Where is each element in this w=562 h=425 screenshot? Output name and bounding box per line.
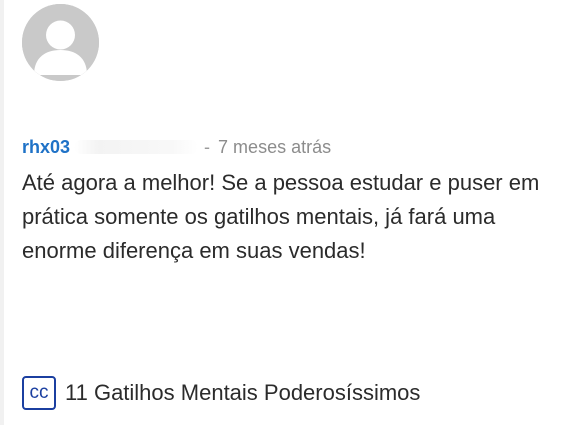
comment-text: Até agora a melhor! Se a pessoa estudar … (22, 170, 540, 263)
avatar[interactable] (22, 4, 99, 81)
comment-card: rhx03 - 7 meses atrás Até agora a melhor… (0, 0, 562, 425)
cc-badge-label: cc (29, 382, 49, 403)
course-title[interactable]: 11 Gatilhos Mentais Poderosíssimos (65, 380, 420, 406)
cc-badge-icon: cc (22, 376, 56, 410)
username-link[interactable]: rhx03 (22, 137, 70, 158)
timestamp: 7 meses atrás (218, 136, 332, 157)
redacted-username-blur (74, 140, 199, 154)
meta-separator: - (204, 136, 211, 157)
default-user-icon (22, 4, 99, 81)
course-link[interactable]: cc 11 Gatilhos Mentais Poderosíssimos (22, 376, 420, 410)
comment-meta: rhx03 - 7 meses atrás (22, 136, 331, 158)
divider (0, 0, 4, 425)
